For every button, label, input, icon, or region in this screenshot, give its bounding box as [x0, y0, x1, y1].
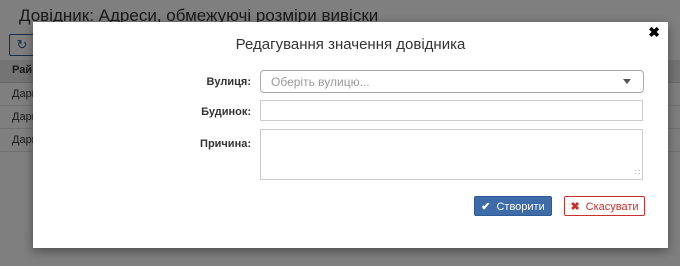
chevron-down-icon [623, 79, 631, 84]
street-select-placeholder: Оберіть вулицю... [271, 75, 370, 89]
dialog-title: Редагування значення довідника [235, 36, 466, 53]
resize-grip-icon[interactable]: ∷ [635, 169, 640, 177]
close-icon: ✖ [570, 201, 580, 213]
check-icon: ✔ [481, 201, 491, 213]
create-button[interactable]: ✔ Створити [474, 196, 552, 216]
street-select[interactable]: Оберіть вулицю... [260, 70, 644, 93]
building-label: Будинок: [201, 106, 251, 118]
reason-textarea[interactable]: ∷ [260, 129, 643, 180]
building-input[interactable] [260, 100, 643, 121]
cancel-button[interactable]: ✖ Скасувати [564, 196, 645, 216]
street-label: Вулиця: [206, 76, 251, 88]
create-button-label: Створити [496, 201, 545, 213]
cancel-button-label: Скасувати [585, 201, 639, 213]
reason-label: Причина: [200, 138, 251, 150]
edit-dialog: ✖ Редагування значення довідника Вулиця:… [33, 22, 668, 248]
